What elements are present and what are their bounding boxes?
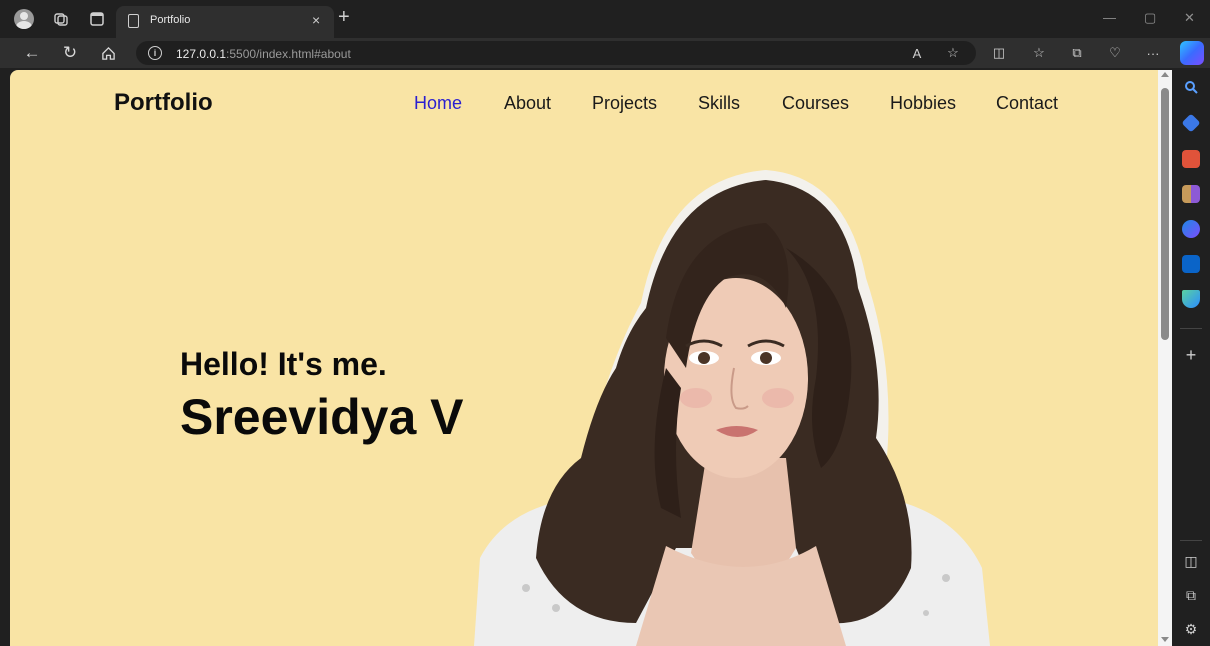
profile-photo <box>474 170 990 646</box>
browser-essentials-icon[interactable]: ♡ <box>1106 44 1124 62</box>
close-tab-icon[interactable]: × <box>312 12 320 28</box>
url-text[interactable]: 127.0.0.1:5500/index.html#about <box>176 47 351 61</box>
page-scrollbar[interactable] <box>1158 70 1172 646</box>
close-window-icon[interactable]: ✕ <box>1184 10 1195 26</box>
tab-title: Portfolio <box>150 14 191 26</box>
sidebar-toggle-icon[interactable]: ◫ <box>1182 552 1200 570</box>
profile-avatar-icon[interactable] <box>14 9 34 29</box>
document-icon <box>128 14 139 28</box>
browser-tab-bar: Portfolio × + — ▢ ✕ <box>0 0 1210 38</box>
nav-link-courses[interactable]: Courses <box>782 93 849 114</box>
home-icon[interactable] <box>98 43 118 63</box>
new-tab-icon[interactable]: + <box>338 6 350 29</box>
minimize-icon[interactable]: — <box>1103 10 1116 25</box>
tab-actions-icon[interactable] <box>88 10 106 28</box>
more-icon[interactable]: ··· <box>1144 44 1162 62</box>
hero-name: Sreevidya V <box>180 389 464 445</box>
browser-toolbar: ← ↻ i 127.0.0.1:5500/index.html#about A … <box>0 38 1210 68</box>
edge-sidebar: + ◫ ⧉ ⚙ <box>1172 70 1210 646</box>
page-viewport: Portfolio Home About Projects Skills Cou… <box>10 70 1158 646</box>
collections-icon[interactable]: ⧉ <box>1068 44 1086 62</box>
read-aloud-icon[interactable]: A <box>908 44 926 62</box>
settings-icon[interactable]: ⚙ <box>1182 620 1200 638</box>
url-host: 127.0.0.1 <box>176 47 227 61</box>
split-screen-icon[interactable]: ◫ <box>990 44 1008 62</box>
search-icon[interactable] <box>1182 78 1200 96</box>
games-icon[interactable] <box>1182 185 1200 203</box>
workspaces-icon[interactable] <box>52 10 70 28</box>
drop-icon[interactable] <box>1182 290 1200 308</box>
favorite-star-icon[interactable]: ☆ <box>944 44 962 62</box>
m365-icon[interactable] <box>1182 220 1200 238</box>
url-path: :5500/index.html#about <box>226 47 351 61</box>
scroll-up-arrow-icon[interactable] <box>1161 72 1169 77</box>
site-brand[interactable]: Portfolio <box>114 89 213 117</box>
restore-icon[interactable]: ▢ <box>1144 10 1156 26</box>
site-info-icon[interactable]: i <box>148 46 162 60</box>
copilot-icon[interactable] <box>1180 41 1204 65</box>
tools-icon[interactable] <box>1182 150 1200 168</box>
nav-link-skills[interactable]: Skills <box>698 93 740 114</box>
sidebar-divider <box>1180 540 1202 541</box>
tab-portfolio[interactable]: Portfolio × <box>116 6 334 38</box>
address-bar[interactable]: i 127.0.0.1:5500/index.html#about <box>136 41 976 65</box>
scroll-down-arrow-icon[interactable] <box>1161 637 1169 642</box>
nav-link-hobbies[interactable]: Hobbies <box>890 93 956 114</box>
back-icon[interactable]: ← <box>22 43 42 63</box>
scrollbar-thumb[interactable] <box>1161 88 1169 340</box>
sidebar-divider <box>1180 328 1202 329</box>
nav-link-contact[interactable]: Contact <box>996 93 1058 114</box>
favorites-icon[interactable]: ☆ <box>1030 44 1048 62</box>
add-icon[interactable]: + <box>1182 345 1200 365</box>
nav-link-projects[interactable]: Projects <box>592 93 657 114</box>
external-icon[interactable]: ⧉ <box>1182 586 1200 604</box>
refresh-icon[interactable]: ↻ <box>60 43 80 63</box>
hero-greeting: Hello! It's me. <box>180 346 387 382</box>
outlook-icon[interactable] <box>1182 255 1200 273</box>
shopping-icon[interactable] <box>1181 113 1201 133</box>
nav-link-home[interactable]: Home <box>414 93 462 114</box>
nav-link-about[interactable]: About <box>504 93 551 114</box>
